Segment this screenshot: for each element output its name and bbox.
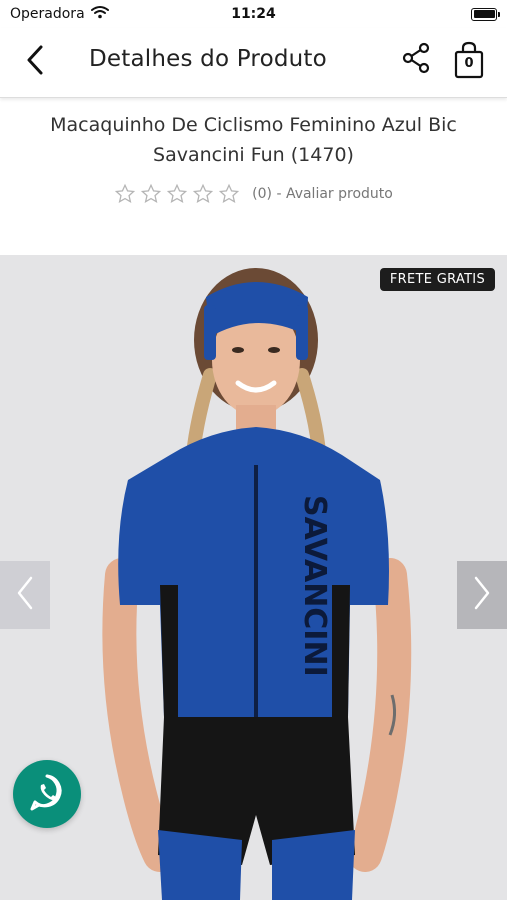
cart-count: 0 bbox=[464, 56, 474, 71]
share-icon bbox=[401, 42, 431, 78]
battery-icon bbox=[471, 7, 500, 21]
star-empty-icon[interactable] bbox=[192, 183, 214, 205]
carousel-prev-button[interactable] bbox=[0, 561, 50, 629]
chevron-right-icon bbox=[473, 576, 491, 614]
cart-button[interactable]: 0 bbox=[452, 40, 486, 80]
free-shipping-badge: FRETE GRATIS bbox=[379, 268, 495, 291]
chevron-left-icon bbox=[25, 44, 45, 80]
star-empty-icon[interactable] bbox=[114, 183, 136, 205]
star-empty-icon[interactable] bbox=[140, 183, 162, 205]
status-left: Operadora bbox=[10, 5, 109, 23]
rate-product-link[interactable]: (0) - Avaliar produto bbox=[252, 186, 393, 202]
whatsapp-icon bbox=[27, 772, 67, 816]
page-title: Detalhes do Produto bbox=[89, 46, 327, 72]
share-button[interactable] bbox=[398, 42, 434, 78]
whatsapp-button[interactable] bbox=[13, 760, 81, 828]
svg-text:SAVANCINI: SAVANCINI bbox=[297, 495, 332, 677]
wifi-icon bbox=[90, 5, 109, 23]
chevron-left-icon bbox=[16, 576, 34, 614]
app-header: Detalhes do Produto 0 bbox=[0, 28, 507, 98]
back-button[interactable] bbox=[20, 42, 50, 82]
status-bar: Operadora 11:24 bbox=[0, 0, 507, 28]
carousel-next-button[interactable] bbox=[457, 561, 507, 629]
star-empty-icon[interactable] bbox=[166, 183, 188, 205]
rating-row: (0) - Avaliar produto bbox=[0, 183, 507, 205]
star-empty-icon[interactable] bbox=[218, 183, 240, 205]
carrier-label: Operadora bbox=[10, 6, 85, 22]
product-title: Macaquinho De Ciclismo Feminino Azul Bic… bbox=[50, 114, 457, 166]
